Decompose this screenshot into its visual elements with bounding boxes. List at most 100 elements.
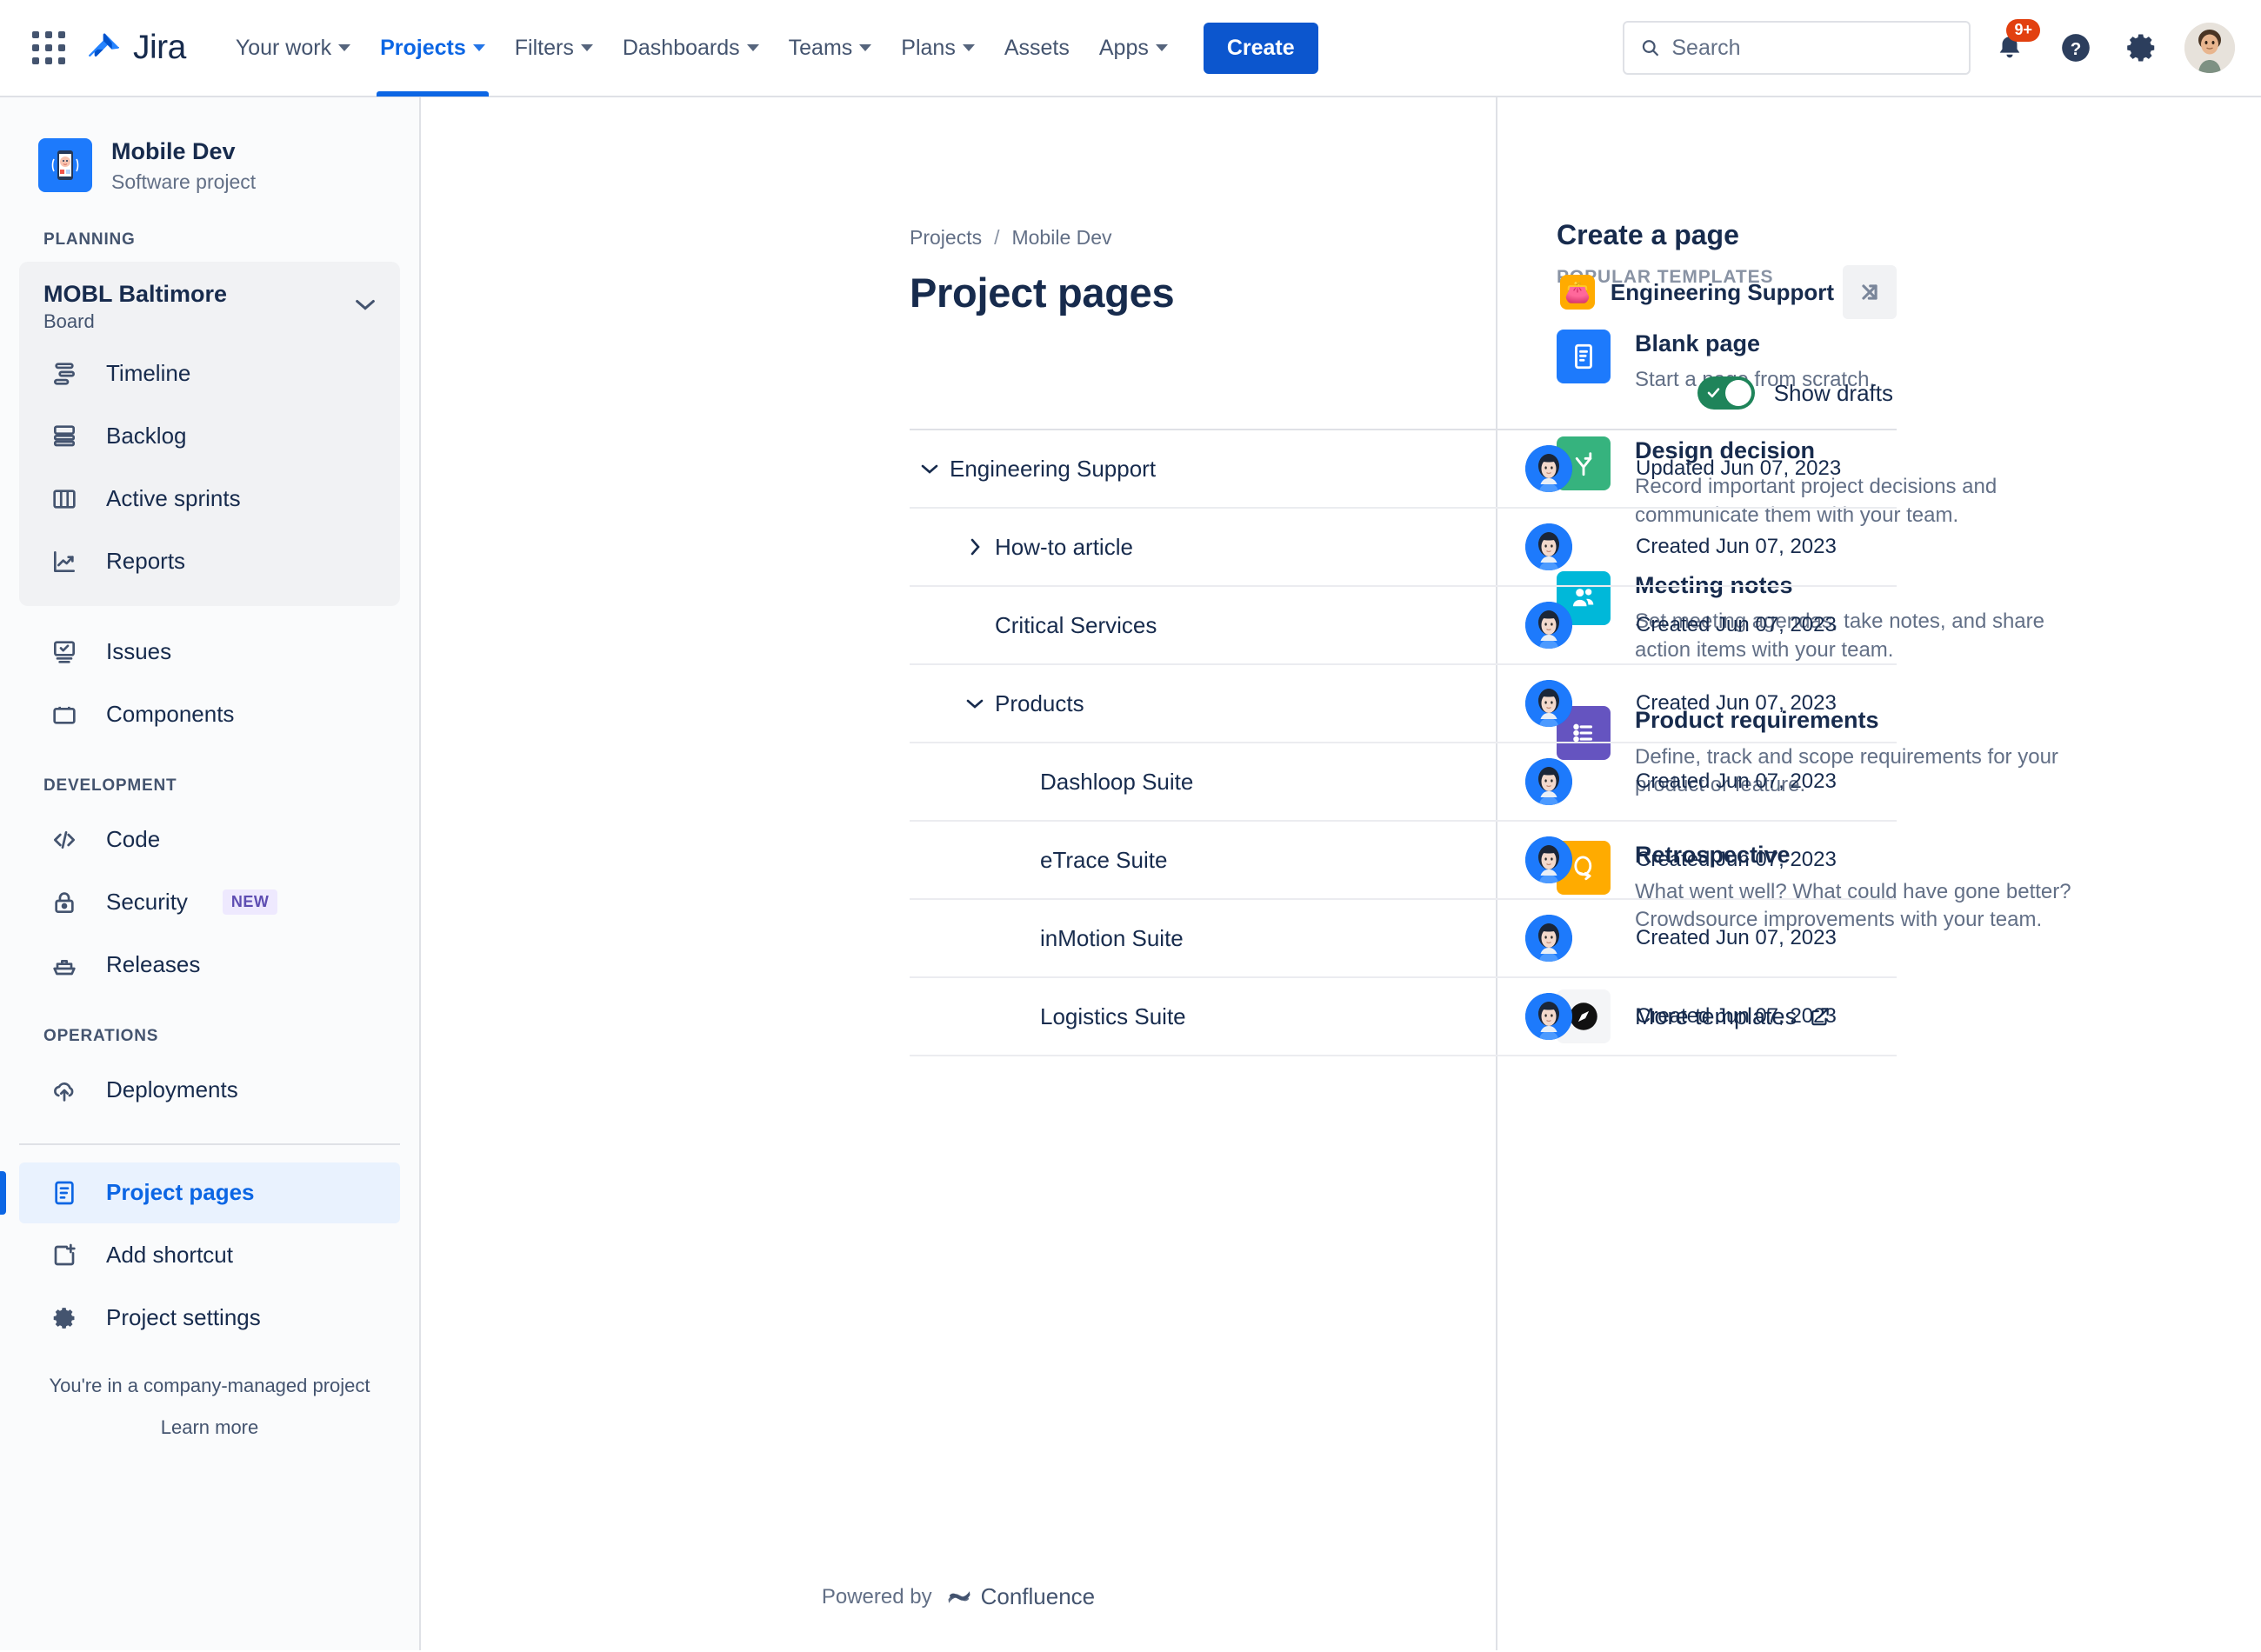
nav-item-projects[interactable]: Projects: [365, 0, 500, 97]
table-row[interactable]: How-to article Created Jun 07, 2023: [910, 509, 1897, 587]
avatar[interactable]: [1525, 523, 1572, 570]
table-row[interactable]: Dashloop Suite Created Jun 07, 2023: [910, 743, 1897, 822]
create-button[interactable]: Create: [1203, 22, 1318, 74]
row-avatar-cell: [1462, 602, 1636, 649]
table-row[interactable]: inMotion Suite Created Jun 07, 2023: [910, 900, 1897, 978]
project-pages-table: Engineering Support Updated Jun 07, 2023…: [910, 429, 1897, 1056]
sidebar-item-reports[interactable]: Reports: [19, 531, 400, 592]
notifications-button[interactable]: 9+: [1983, 19, 2040, 75]
breadcrumb: Projects / Mobile Dev: [910, 226, 1897, 250]
primary-nav-items: Your work Projects Filters Dashboards Te…: [221, 0, 1318, 97]
table-row[interactable]: eTrace Suite Created Jun 07, 2023: [910, 822, 1897, 900]
grid-apps-icon: [32, 31, 65, 64]
nav-item-your-work[interactable]: Your work: [221, 0, 365, 97]
sidebar-item-label: Code: [106, 826, 161, 853]
nav-label: Projects: [380, 35, 466, 60]
breadcrumb-mobile-dev[interactable]: Mobile Dev: [1011, 226, 1111, 250]
page-link[interactable]: Critical Services: [995, 612, 1157, 639]
page-link[interactable]: inMotion Suite: [1040, 925, 1184, 952]
gear-icon: [45, 1304, 83, 1332]
project-header[interactable]: Mobile Dev Software project: [0, 123, 419, 201]
page-link[interactable]: How-to article: [995, 534, 1133, 561]
show-drafts-control[interactable]: Show drafts: [910, 376, 1897, 410]
row-name-cell: Dashloop Suite: [910, 769, 1462, 796]
row-name-cell: eTrace Suite: [910, 847, 1462, 874]
row-date: Created Jun 07, 2023: [1636, 769, 1837, 793]
nav-item-filters[interactable]: Filters: [500, 0, 608, 97]
show-drafts-label: Show drafts: [1773, 379, 1893, 406]
sidebar-item-deployments[interactable]: Deployments: [19, 1060, 400, 1121]
page-link[interactable]: eTrace Suite: [1040, 847, 1167, 874]
global-search[interactable]: [1623, 21, 1971, 75]
row-date: Created Jun 07, 2023: [1636, 1004, 1837, 1028]
table-row[interactable]: Engineering Support Updated Jun 07, 2023: [910, 430, 1897, 509]
sync-button[interactable]: [1843, 265, 1897, 319]
table-row[interactable]: Products Created Jun 07, 2023: [910, 665, 1897, 743]
show-drafts-toggle[interactable]: [1697, 376, 1755, 410]
page-link[interactable]: Logistics Suite: [1040, 1003, 1186, 1030]
nav-item-teams[interactable]: Teams: [774, 0, 887, 97]
nav-item-apps[interactable]: Apps: [1084, 0, 1183, 97]
table-row[interactable]: Critical Services Created Jun 07, 2023: [910, 587, 1897, 665]
breadcrumb-projects[interactable]: Projects: [910, 226, 982, 250]
board-selector[interactable]: MOBL Baltimore Board: [19, 267, 400, 342]
sidebar-item-code[interactable]: Code: [19, 809, 400, 870]
nav-item-plans[interactable]: Plans: [886, 0, 990, 97]
sidebar-item-security[interactable]: Security NEW: [19, 872, 400, 933]
user-avatar[interactable]: [2184, 23, 2235, 73]
row-date: Created Jun 07, 2023: [1636, 535, 1837, 558]
settings-button[interactable]: [2115, 21, 2169, 75]
sidebar-item-backlog[interactable]: Backlog: [19, 406, 400, 467]
chevron-down-icon[interactable]: [955, 696, 995, 710]
page-link[interactable]: Products: [995, 690, 1084, 717]
page-link[interactable]: Dashloop Suite: [1040, 769, 1193, 796]
linked-space[interactable]: 👛 Engineering Support: [1559, 275, 1834, 310]
sidebar-item-project-pages[interactable]: Project pages: [0, 1162, 400, 1223]
row-name-cell: Logistics Suite: [910, 1003, 1462, 1030]
search-icon: [1642, 40, 1659, 57]
table-row[interactable]: Logistics Suite Created Jun 07, 2023: [910, 978, 1897, 1056]
row-avatar-cell: [1462, 523, 1636, 570]
chevron-down-icon[interactable]: [910, 462, 950, 476]
row-date: Created Jun 07, 2023: [1636, 926, 1837, 949]
chevron-down-icon: [746, 44, 759, 51]
avatar[interactable]: [1525, 993, 1572, 1040]
nav-label: Your work: [235, 35, 332, 60]
row-name-cell: Critical Services: [910, 612, 1462, 639]
sidebar-item-project-settings[interactable]: Project settings: [19, 1288, 400, 1349]
sidebar-item-label: Project pages: [106, 1179, 255, 1206]
learn-more-link[interactable]: Learn more: [26, 1416, 393, 1439]
chevron-down-icon: [580, 44, 593, 51]
sidebar-item-timeline[interactable]: Timeline: [19, 343, 400, 404]
avatar[interactable]: [1525, 915, 1572, 962]
sidebar-item-releases[interactable]: Releases: [19, 935, 400, 996]
nav-item-dashboards[interactable]: Dashboards: [608, 0, 774, 97]
row-name-cell: Engineering Support: [910, 456, 1462, 483]
jira-home-link[interactable]: Jira: [85, 29, 186, 67]
row-name-cell: How-to article: [910, 534, 1462, 561]
avatar[interactable]: [1525, 836, 1572, 883]
code-icon: [45, 826, 83, 854]
company-managed-note: You're in a company-managed project: [49, 1374, 370, 1396]
avatar[interactable]: [1525, 445, 1572, 492]
page-link[interactable]: Engineering Support: [950, 456, 1156, 483]
app-switcher-button[interactable]: [24, 23, 73, 72]
gear-glyph: [53, 1307, 75, 1329]
avatar[interactable]: [1525, 680, 1572, 727]
backlog-icon: [45, 423, 83, 450]
avatar[interactable]: [1525, 602, 1572, 649]
sidebar-footer: You're in a company-managed project Lear…: [0, 1350, 419, 1439]
help-button[interactable]: ?: [2049, 21, 2103, 75]
nav-item-assets[interactable]: Assets: [990, 0, 1084, 97]
sidebar-item-issues[interactable]: Issues: [19, 622, 400, 683]
sidebar-item-active-sprints[interactable]: Active sprints: [19, 469, 400, 530]
chevron-right-icon[interactable]: [955, 536, 995, 557]
board-name: MOBL Baltimore: [43, 280, 228, 307]
avatar[interactable]: [1525, 758, 1572, 805]
row-avatar-cell: [1462, 680, 1636, 727]
row-date: Created Jun 07, 2023: [1636, 691, 1837, 715]
chevron-down-icon: [1155, 44, 1168, 51]
sidebar-item-components[interactable]: Components: [19, 684, 400, 745]
search-input[interactable]: [1671, 35, 1953, 61]
sidebar-item-add-shortcut[interactable]: Add shortcut: [19, 1225, 400, 1286]
